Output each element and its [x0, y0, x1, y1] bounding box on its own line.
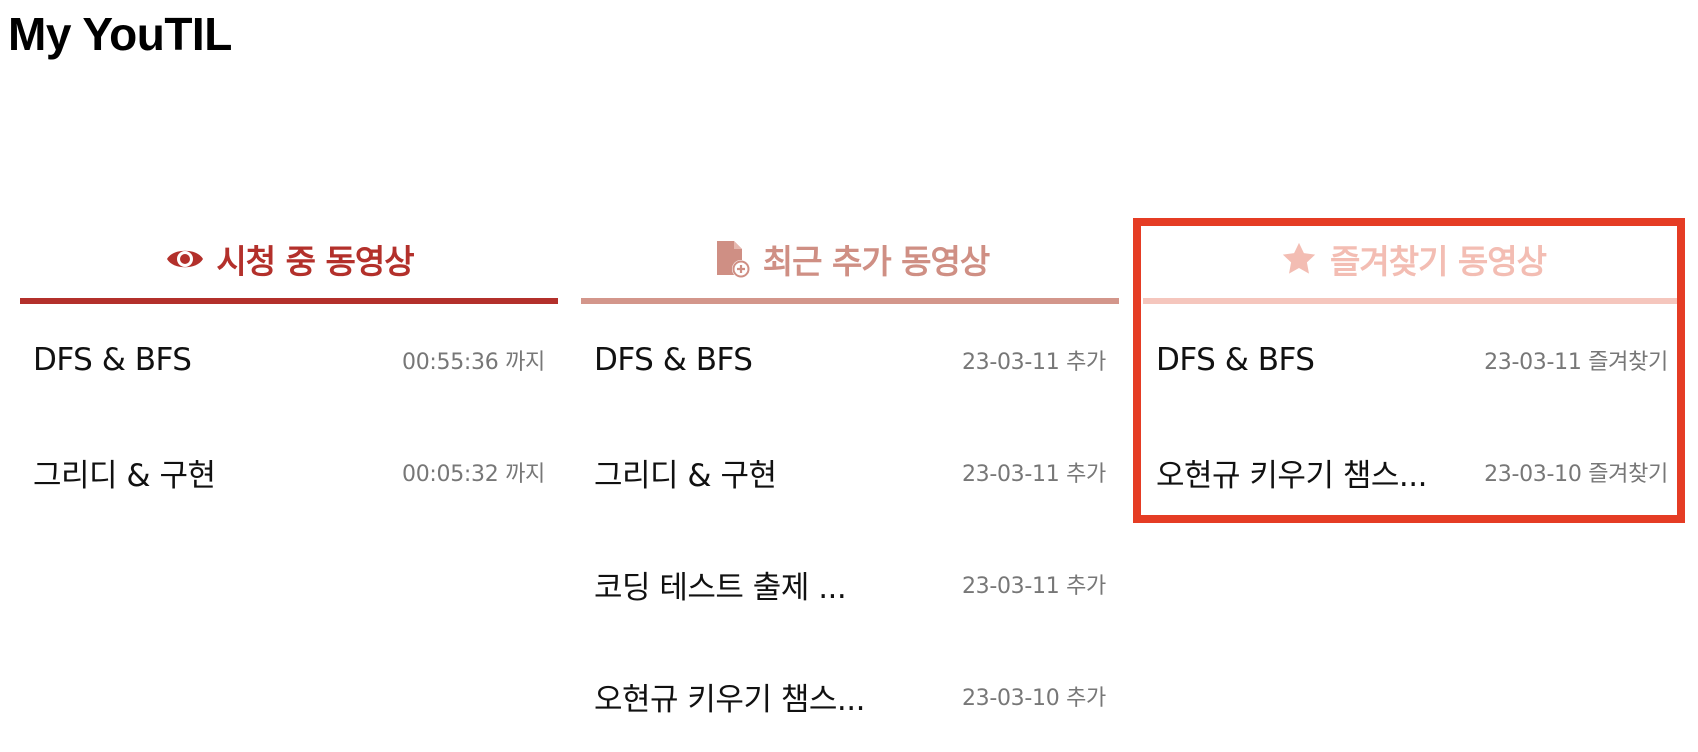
- video-title: DFS & BFS: [33, 342, 192, 378]
- video-added-date: 23-03-10 추가: [961, 686, 1106, 711]
- list-item[interactable]: 그리디 & 구현 23-03-11 추가: [581, 416, 1119, 528]
- video-favorited-date: 23-03-11 즐겨찾기: [1484, 350, 1668, 375]
- watching-videos-column: 시청 중 동영상 DFS & BFS 00:55:36 까지 그리디 & 구현 …: [20, 214, 558, 494]
- favorite-videos-list: DFS & BFS 23-03-11 즐겨찾기 오현규 키우기 챔스... 23…: [1143, 304, 1681, 528]
- watching-videos-list: DFS & BFS 00:55:36 까지 그리디 & 구현 00:05:32 …: [20, 304, 558, 528]
- watching-videos-tab[interactable]: 시청 중 동영상: [20, 214, 558, 304]
- video-title: 코딩 테스트 출제 ...: [594, 569, 847, 606]
- video-added-date: 23-03-11 추가: [961, 462, 1106, 487]
- page-title: My YouTIL: [8, 8, 232, 60]
- favorite-videos-tab[interactable]: 즐겨찾기 동영상: [1143, 214, 1681, 304]
- video-progress: 00:05:32 까지: [402, 462, 545, 487]
- video-title: 오현규 키우기 챔스...: [1156, 457, 1427, 494]
- video-title: 그리디 & 구현: [594, 457, 777, 494]
- video-title: DFS & BFS: [1156, 342, 1315, 378]
- eye-icon: [164, 238, 206, 280]
- video-title: 그리디 & 구현: [33, 457, 216, 494]
- star-icon: [1278, 238, 1320, 280]
- list-item[interactable]: 오현규 키우기 챔스... 23-03-10 추가: [581, 640, 1119, 752]
- video-title: 오현규 키우기 챔스...: [594, 681, 865, 718]
- list-item[interactable]: 그리디 & 구현 00:05:32 까지: [20, 416, 558, 528]
- video-title: DFS & BFS: [594, 342, 753, 378]
- list-item[interactable]: 오현규 키우기 챔스... 23-03-10 즐겨찾기: [1143, 416, 1681, 528]
- list-item[interactable]: DFS & BFS 23-03-11 추가: [581, 304, 1119, 416]
- favorite-videos-title: 즐겨찾기 동영상: [1329, 242, 1547, 281]
- recent-videos-title: 최근 추가 동영상: [762, 242, 990, 281]
- favorite-videos-column: 즐겨찾기 동영상 DFS & BFS 23-03-11 즐겨찾기 오현규 키우기…: [1143, 214, 1681, 494]
- recent-videos-list: DFS & BFS 23-03-11 추가 그리디 & 구현 23-03-11 …: [581, 304, 1119, 752]
- recent-videos-column: 최근 추가 동영상 DFS & BFS 23-03-11 추가 그리디 & 구현…: [581, 214, 1119, 718]
- video-progress: 00:55:36 까지: [402, 350, 545, 375]
- list-item[interactable]: DFS & BFS 23-03-11 즐겨찾기: [1143, 304, 1681, 416]
- video-favorited-date: 23-03-10 즐겨찾기: [1484, 462, 1668, 487]
- file-plus-icon: [711, 238, 753, 280]
- video-added-date: 23-03-11 추가: [961, 574, 1106, 599]
- list-item[interactable]: DFS & BFS 00:55:36 까지: [20, 304, 558, 416]
- list-item[interactable]: 코딩 테스트 출제 ... 23-03-11 추가: [581, 528, 1119, 640]
- video-added-date: 23-03-11 추가: [961, 350, 1106, 375]
- recent-videos-tab[interactable]: 최근 추가 동영상: [581, 214, 1119, 304]
- watching-videos-title: 시청 중 동영상: [216, 242, 414, 281]
